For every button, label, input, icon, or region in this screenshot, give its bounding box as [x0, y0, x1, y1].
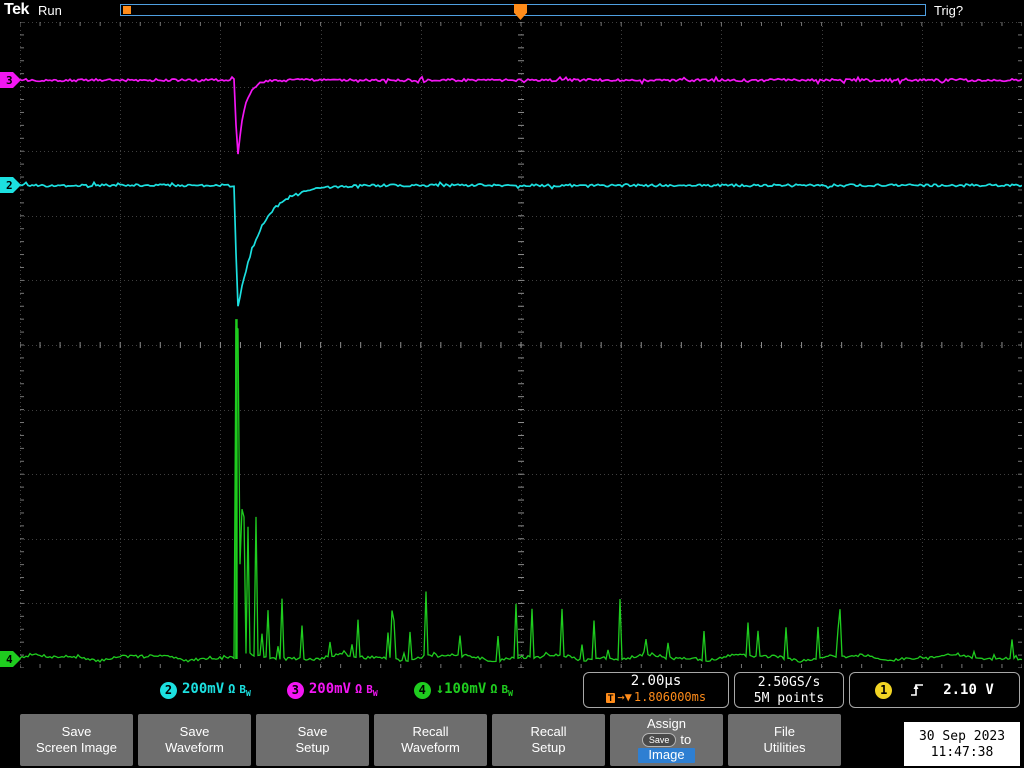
waveform-display	[20, 22, 1022, 668]
button-line: Waveform	[165, 739, 224, 755]
button-line: Waveform	[401, 739, 460, 755]
ch4-badge: 4	[413, 681, 431, 699]
trigger-position-marker[interactable]	[514, 4, 527, 20]
ch4-scale: ↓100mV	[435, 681, 487, 698]
delay-trigger-icon: T	[605, 692, 616, 703]
rising-edge-icon	[911, 684, 924, 696]
save-setup-button[interactable]: Save Setup	[256, 714, 369, 766]
trigger-source-badge: 1	[875, 681, 893, 699]
oscilloscope-screen: Tek Run Trig? T 3 2 4 2 200mV Ω BW 3	[0, 0, 1024, 768]
delay-arrow: →▼	[617, 690, 632, 704]
channel-readouts: 2 200mV Ω BW 3 200mV Ω BW 4 ↓100mV Ω BW	[160, 674, 513, 706]
ch3-badge: 3	[286, 681, 304, 699]
recall-waveform-button[interactable]: Recall Waveform	[374, 714, 487, 766]
ch4-position-marker[interactable]: 4	[0, 650, 22, 668]
assign-save-button[interactable]: Assign Save to Image	[610, 714, 723, 766]
graticule	[20, 22, 1022, 668]
timebase-scale: 2.00µs	[630, 673, 682, 689]
file-utilities-button[interactable]: File Utilities	[728, 714, 841, 766]
button-line: File	[774, 723, 795, 739]
assign-to-label: to	[680, 731, 692, 747]
ch2-bandwidth-icon: BW	[239, 683, 251, 699]
trigger-level: 2.10 V	[943, 682, 994, 698]
button-line: Save	[61, 723, 92, 739]
ch3-position-marker[interactable]: 3	[0, 71, 22, 89]
delay-value: 1.806000ms	[633, 690, 707, 704]
button-line: Utilities	[763, 739, 806, 755]
acquisition-readout: 2.50GS/s 5M points	[734, 672, 844, 708]
tek-logo: Tek	[4, 1, 29, 18]
button-line: Save	[179, 723, 210, 739]
ch3-marker-label: 3	[6, 74, 13, 87]
ch2-badge: 2	[160, 681, 177, 699]
ch3-scale: 200mV	[308, 681, 351, 698]
assign-target-image: Image	[638, 748, 695, 764]
ch3-readout[interactable]: 3 200mV Ω BW	[286, 681, 378, 699]
acquisition-status: Run	[38, 3, 62, 18]
ch2-readout[interactable]: 2 200mV Ω BW	[160, 681, 251, 699]
ch4-coupling: Ω	[490, 682, 498, 697]
ch4-readout[interactable]: 4 ↓100mV Ω BW	[413, 681, 513, 699]
recall-setup-button[interactable]: Recall Setup	[492, 714, 605, 766]
button-line: Setup	[531, 739, 566, 755]
time: 11:47:38	[930, 744, 994, 760]
ch4-marker-label: 4	[6, 653, 13, 666]
assign-save-to-row: Save to	[641, 731, 692, 748]
button-line: Setup	[295, 739, 330, 755]
button-line: Save	[297, 723, 328, 739]
timebase-readout: 2.00µs T →▼ 1.806000ms	[583, 672, 729, 708]
save-waveform-button[interactable]: Save Waveform	[138, 714, 251, 766]
button-line: Recall	[412, 723, 449, 739]
ch2-marker-label: 2	[6, 179, 13, 192]
save-pill-badge: Save	[641, 733, 677, 747]
ch3-bandwidth-icon: BW	[366, 683, 378, 699]
date: 30 Sep 2023	[918, 728, 1006, 744]
button-line: Screen Image	[36, 739, 117, 755]
ch2-coupling: Ω	[228, 682, 236, 697]
record-length: 5M points	[753, 691, 825, 706]
ch4-bandwidth-icon: BW	[501, 683, 513, 699]
trigger-status: Trig?	[934, 3, 964, 18]
ch3-coupling: Ω	[355, 682, 363, 697]
ch2-scale: 200mV	[182, 681, 225, 698]
save-screen-image-button[interactable]: Save Screen Image	[20, 714, 133, 766]
record-window-marker	[123, 6, 131, 14]
trigger-readout: 1 2.10 V	[849, 672, 1020, 708]
button-line: Assign	[646, 715, 687, 731]
button-line: Recall	[530, 723, 567, 739]
datetime-display: 30 Sep 2023 11:47:38	[904, 722, 1020, 766]
sample-rate: 2.50GS/s	[757, 675, 821, 690]
ch2-position-marker[interactable]: 2	[0, 176, 22, 194]
